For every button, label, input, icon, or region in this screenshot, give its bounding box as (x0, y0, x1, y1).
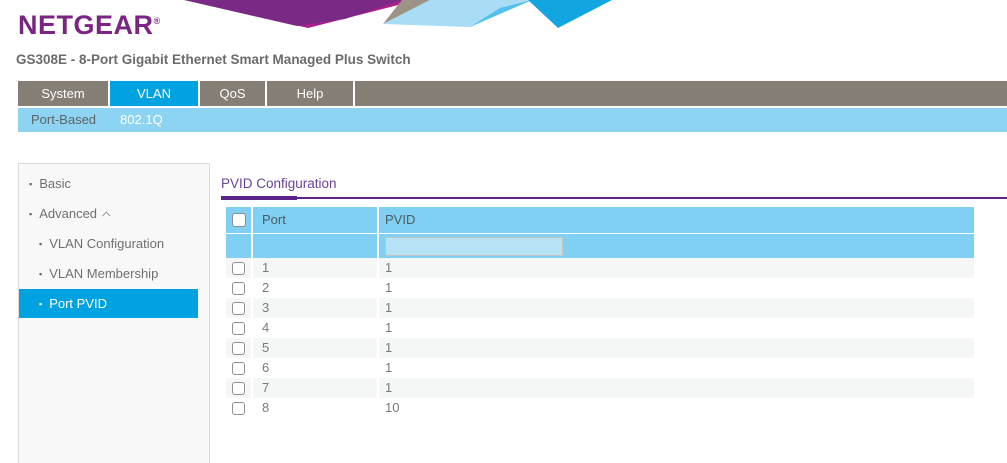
app-window: NETGEAR® GS308E - 8-Port Gigabit Etherne… (0, 0, 1007, 439)
port-cell: 1 (251, 258, 377, 278)
main-panel: PVID Configuration Port PVID (221, 163, 1007, 418)
row-checkbox-cell (226, 278, 251, 298)
row-checkbox-cell (226, 398, 251, 418)
port-cell: 7 (251, 378, 377, 398)
row-checkbox[interactable] (232, 282, 245, 295)
port-cell: 2 (251, 278, 377, 298)
row-checkbox-cell (226, 378, 251, 398)
sidebar-item-label: Basic (39, 176, 71, 191)
sidebar: ▪ Basic ▪ Advanced ▪ VLAN Configuration ▪ VL… (18, 163, 210, 463)
sidebar-item-label: Advanced (39, 206, 97, 221)
sidebar-item-label: VLAN Membership (49, 266, 158, 281)
pvid-cell: 1 (377, 318, 974, 338)
netgear-logo: NETGEAR® (18, 7, 161, 39)
nav-tab-vlan[interactable]: VLAN (110, 81, 198, 106)
port-cell: 4 (251, 318, 377, 338)
collapse-caret-icon (102, 211, 110, 219)
product-title: GS308E - 8-Port Gigabit Ethernet Smart M… (16, 52, 411, 67)
table-row: 2 1 (226, 278, 974, 298)
pvid-cell: 10 (377, 398, 974, 418)
filter-pvid-cell (377, 234, 974, 258)
port-cell: 6 (251, 358, 377, 378)
table-row: 3 1 (226, 298, 974, 318)
row-checkbox-cell (226, 318, 251, 338)
table-row: 1 1 (226, 258, 974, 278)
pvid-table: Port PVID 1 1 (226, 207, 974, 418)
registered-mark: ® (154, 16, 161, 26)
page-header: NETGEAR® GS308E - 8-Port Gigabit Etherne… (0, 0, 1007, 81)
row-checkbox-cell (226, 258, 251, 278)
nav-bar-filler (355, 81, 1007, 106)
header-checkbox-cell (226, 207, 251, 233)
table-row: 7 1 (226, 378, 974, 398)
section-heading: PVID Configuration (221, 176, 1007, 191)
pvid-cell: 1 (377, 378, 974, 398)
row-checkbox[interactable] (232, 362, 245, 375)
heading-rule-thin (221, 197, 1007, 199)
sidebar-item-vlan-configuration[interactable]: ▪ VLAN Configuration (19, 229, 209, 259)
port-cell: 8 (251, 398, 377, 418)
bullet-icon: ▪ (39, 269, 42, 279)
select-all-checkbox[interactable] (232, 213, 246, 227)
pvid-cell: 1 (377, 278, 974, 298)
row-checkbox[interactable] (232, 402, 245, 415)
row-checkbox-cell (226, 338, 251, 358)
bullet-icon: ▪ (39, 299, 42, 309)
sidebar-item-label: Port PVID (49, 296, 107, 311)
sidebar-item-vlan-membership[interactable]: ▪ VLAN Membership (19, 259, 209, 289)
table-filter-row (226, 233, 974, 258)
row-checkbox[interactable] (232, 302, 245, 315)
bullet-icon: ▪ (29, 179, 32, 189)
heading-rule (221, 196, 1007, 200)
row-checkbox[interactable] (232, 262, 245, 275)
netgear-logo-text: NETGEAR (18, 10, 154, 40)
column-header-port: Port (251, 207, 377, 233)
pvid-cell: 1 (377, 358, 974, 378)
bullet-icon: ▪ (29, 209, 32, 219)
row-checkbox[interactable] (232, 342, 245, 355)
row-checkbox[interactable] (232, 382, 245, 395)
sidebar-item-port-pvid[interactable]: ▪ Port PVID (19, 289, 198, 318)
table-row: 6 1 (226, 358, 974, 378)
row-checkbox[interactable] (232, 322, 245, 335)
nav-tab-qos[interactable]: QoS (200, 81, 265, 106)
heading-rule-thick (221, 196, 297, 200)
column-header-pvid: PVID (377, 207, 974, 233)
subnav-item-802-1q[interactable]: 802.1Q (108, 108, 175, 132)
table-row: 8 10 (226, 398, 974, 418)
pvid-filter-input[interactable] (385, 237, 563, 256)
table-row: 5 1 (226, 338, 974, 358)
nav-tab-help[interactable]: Help (267, 81, 353, 106)
main-nav: System VLAN QoS Help (18, 81, 1007, 106)
row-checkbox-cell (226, 298, 251, 318)
content-area: ▪ Basic ▪ Advanced ▪ VLAN Configuration ▪ VL… (0, 163, 1007, 463)
sidebar-item-label: VLAN Configuration (49, 236, 164, 251)
vlan-subnav: Port-Based 802.1Q (18, 108, 1007, 132)
bullet-icon: ▪ (39, 239, 42, 249)
nav-tab-system[interactable]: System (18, 81, 108, 106)
subnav-item-port-based[interactable]: Port-Based (18, 108, 108, 132)
filter-checkbox-cell (226, 234, 251, 258)
pvid-cell: 1 (377, 338, 974, 358)
row-checkbox-cell (226, 358, 251, 378)
port-cell: 3 (251, 298, 377, 318)
sidebar-item-basic[interactable]: ▪ Basic (19, 169, 209, 199)
sidebar-item-advanced[interactable]: ▪ Advanced (19, 199, 209, 229)
pvid-cell: 1 (377, 258, 974, 278)
filter-port-cell (251, 234, 377, 258)
table-header-row: Port PVID (226, 207, 974, 233)
table-row: 4 1 (226, 318, 974, 338)
pvid-cell: 1 (377, 298, 974, 318)
port-cell: 5 (251, 338, 377, 358)
